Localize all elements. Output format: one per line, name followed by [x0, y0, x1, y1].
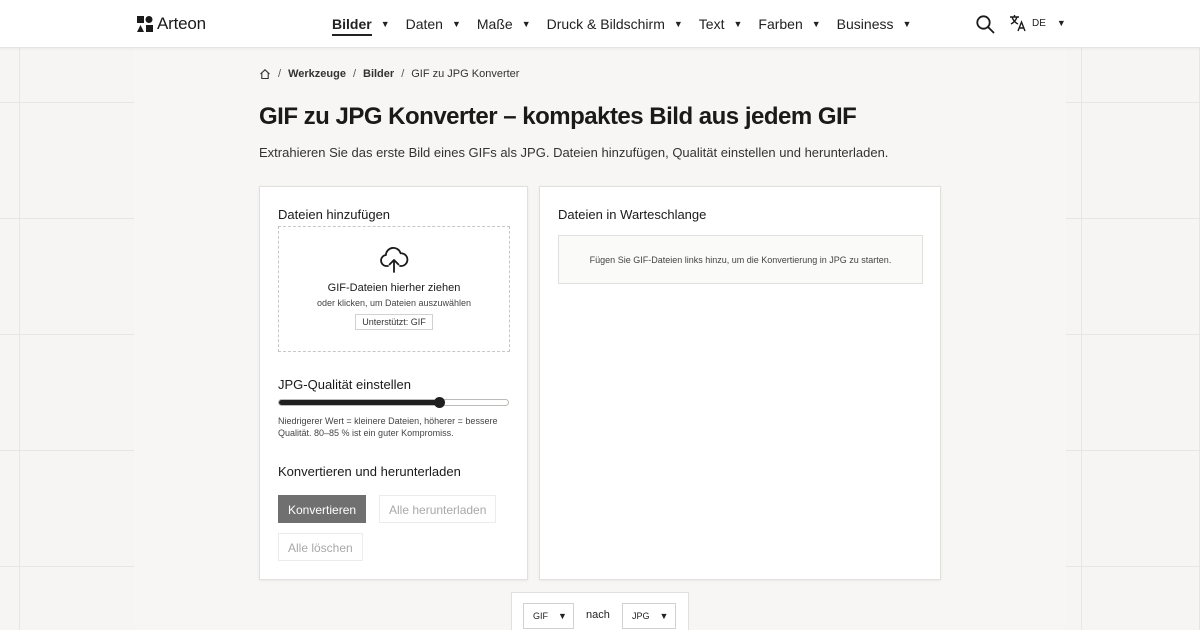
source-format-value: GIF [533, 611, 548, 621]
nav-item-bilder[interactable]: Bilder ▼ [332, 0, 390, 48]
nav-label: Maße [476, 16, 513, 32]
clear-all-button[interactable]: Alle löschen [278, 533, 363, 561]
breadcrumb-separator: / [352, 68, 356, 80]
site-header: Arteon Bilder ▼ Daten ▼ Maße ▼ Druck & B… [0, 0, 1200, 48]
breadcrumb-bilder[interactable]: Bilder [363, 68, 394, 80]
main-nav: Bilder ▼ Daten ▼ Maße ▼ Druck & Bildschi… [332, 0, 927, 48]
nav-item-farben[interactable]: Farben ▼ [758, 0, 820, 48]
quality-hint: Niedrigerer Wert = kleinere Dateien, höh… [278, 416, 498, 438]
nav-label: Druck & Bildschirm [546, 16, 665, 32]
nav-label: Text [698, 16, 725, 32]
nav-item-business[interactable]: Business ▼ [837, 0, 912, 48]
cloud-upload-icon [380, 247, 409, 273]
nav-label: Business [836, 16, 894, 32]
main-content: / Werkzeuge / Bilder / GIF zu JPG Konver… [134, 48, 1066, 630]
caret-down-icon: ▼ [673, 19, 683, 29]
caret-down-icon: ▼ [659, 611, 669, 621]
language-switcher[interactable]: DE ▼ [1009, 14, 1066, 32]
supported-formats-badge: Unterstützt: GIF [355, 314, 433, 330]
nav-label: Bilder [332, 16, 372, 36]
source-format-select[interactable]: GIF ▼ [523, 603, 574, 629]
caret-down-icon: ▼ [380, 19, 390, 29]
dropzone-subtitle: oder klicken, um Dateien auszuwählen [316, 298, 472, 308]
caret-down-icon: ▼ [1056, 18, 1066, 28]
home-icon[interactable] [259, 68, 271, 80]
dropzone-title: GIF-Dateien hierher ziehen [327, 282, 461, 294]
quality-heading: JPG-Qualität einstellen [278, 377, 411, 392]
target-format-value: JPG [632, 611, 650, 621]
logo-text: Arteon [157, 14, 206, 33]
convert-button[interactable]: Konvertieren [278, 495, 367, 523]
target-format-select[interactable]: JPG ▼ [622, 603, 676, 629]
page-subtitle: Extrahieren Sie das erste Bild eines GIF… [259, 145, 889, 160]
nav-label: Farben [758, 16, 803, 32]
caret-down-icon: ▼ [558, 611, 567, 621]
nav-item-masse[interactable]: Maße ▼ [477, 0, 531, 48]
language-code: DE [1032, 17, 1046, 29]
breadcrumb-separator: / [401, 68, 405, 80]
download-all-button[interactable]: Alle herunterladen [379, 495, 497, 523]
breadcrumb-werkzeuge[interactable]: Werkzeuge [288, 68, 346, 80]
quality-slider-thumb[interactable] [434, 397, 445, 408]
queue-card: Dateien in Warteschlange Fügen Sie GIF-D… [539, 186, 941, 580]
logo[interactable]: Arteon [137, 14, 206, 34]
breadcrumb-current: GIF zu JPG Konverter [411, 68, 520, 80]
upload-card: Dateien hinzufügen GIF-Dateien hierher z… [259, 186, 528, 580]
actions-heading: Konvertieren und herunterladen [278, 464, 461, 479]
nav-label: Daten [405, 16, 443, 32]
upload-heading: Dateien hinzufügen [278, 207, 391, 222]
caret-down-icon: ▼ [811, 19, 821, 29]
nav-item-text[interactable]: Text ▼ [699, 0, 743, 48]
caret-down-icon: ▼ [902, 19, 912, 29]
caret-down-icon: ▼ [733, 19, 743, 29]
queue-heading: Dateien in Warteschlange [558, 207, 707, 222]
translate-icon [1010, 15, 1026, 32]
breadcrumb-separator: / [278, 68, 282, 80]
logo-mark-icon [137, 16, 153, 32]
nav-item-daten[interactable]: Daten ▼ [406, 0, 461, 48]
queue-empty-state: Fügen Sie GIF-Dateien links hinzu, um di… [558, 235, 923, 284]
file-dropzone[interactable]: GIF-Dateien hierher ziehen oder klicken,… [278, 226, 510, 352]
page-title: GIF zu JPG Konverter – kompaktes Bild au… [259, 103, 857, 130]
caret-down-icon: ▼ [521, 19, 531, 29]
nav-item-druck[interactable]: Druck & Bildschirm ▼ [547, 0, 683, 48]
quality-slider-fill [279, 400, 439, 405]
quality-slider[interactable] [278, 397, 509, 408]
search-icon[interactable] [975, 14, 995, 34]
format-switcher: GIF ▼ nach JPG ▼ [511, 592, 689, 630]
format-joiner: nach [586, 609, 610, 621]
breadcrumb: / Werkzeuge / Bilder / GIF zu JPG Konver… [259, 68, 519, 80]
caret-down-icon: ▼ [451, 19, 461, 29]
